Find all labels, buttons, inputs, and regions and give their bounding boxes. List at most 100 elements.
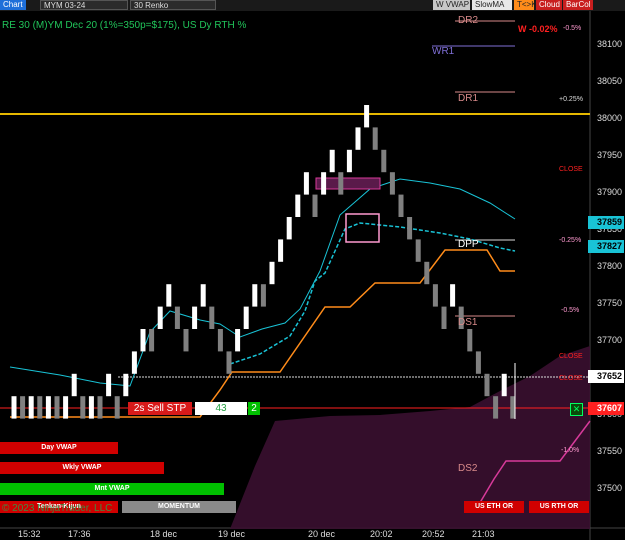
us-eth-or-button[interactable]: US ETH OR <box>464 501 524 513</box>
x-tick-label: 20:02 <box>370 529 393 539</box>
renko-bar-down <box>174 306 180 329</box>
momentum-button[interactable]: MOMENTUM <box>122 501 236 513</box>
close-label: CLOSE <box>559 375 583 382</box>
y-tick-label: 37700 <box>597 335 622 345</box>
renko-bar-up <box>140 329 146 352</box>
renko-bar-up <box>28 396 34 419</box>
renko-bar-down <box>114 396 120 419</box>
pct-minus1-label: -1.0% <box>561 447 580 454</box>
x-tick-label: 21:03 <box>472 529 495 539</box>
renko-bar-up <box>269 261 275 285</box>
renko-bar-up <box>192 306 198 329</box>
renko-bar-up <box>11 396 17 419</box>
renko-bar-down <box>381 149 387 173</box>
w-vwap-button[interactable]: W VWAP <box>433 0 470 10</box>
renko-bar-down <box>467 329 473 352</box>
renko-bar-up <box>157 306 163 329</box>
x-tick-label: 17:36 <box>68 529 91 539</box>
y-tick-label: 37900 <box>597 187 622 197</box>
y-tick-label: 37750 <box>597 298 622 308</box>
renko-bar-down <box>217 329 223 352</box>
renko-bar-down <box>415 239 421 262</box>
renko-bar-down <box>432 284 438 307</box>
dr2-label: DR2 <box>458 15 479 26</box>
dr1-label: DR1 <box>458 93 479 104</box>
cloud-button[interactable]: Cloud <box>536 0 562 10</box>
y-tick-label: 37950 <box>597 150 622 160</box>
y-tick-label: 37800 <box>597 261 622 271</box>
renko-bar-up <box>252 284 258 307</box>
tk-button[interactable]: T<>K <box>514 0 534 10</box>
renko-bar-up <box>501 373 507 397</box>
renko-bar-down <box>226 351 232 374</box>
order-count[interactable]: 2 <box>248 402 260 415</box>
renko-bar-up <box>295 194 301 217</box>
renko-bar-up <box>286 217 292 240</box>
renko-bar-up <box>71 373 77 397</box>
x-tick-label: 15:32 <box>18 529 41 539</box>
copyright-text: © 2023 NinjaTrader, LLC <box>2 503 113 514</box>
renko-bar-up <box>123 373 129 397</box>
dpp-label: DPP <box>458 239 479 250</box>
renko-bar-down <box>372 127 378 150</box>
day-vwap-button[interactable]: Day VWAP <box>0 442 118 454</box>
renko-bar-down <box>37 396 43 419</box>
renko-bar-up <box>303 172 309 195</box>
renko-bar-up <box>321 172 327 195</box>
renko-bar-up <box>450 284 456 307</box>
x-tick-label: 20:52 <box>422 529 445 539</box>
sell-stop-order-label[interactable]: 2s Sell STP <box>128 402 192 415</box>
renko-bar-down <box>338 172 344 195</box>
close-order-icon[interactable]: ✕ <box>570 403 583 416</box>
wr1-label: WR1 <box>432 46 455 57</box>
wkly-vwap-button[interactable]: Wkly VWAP <box>0 462 164 474</box>
ds2-label: DS2 <box>458 463 478 474</box>
bar-type-selector[interactable]: 30 Renko <box>130 0 216 10</box>
renko-bar-down <box>484 373 490 397</box>
renko-bar-down <box>97 396 103 419</box>
us-rth-or-button[interactable]: US RTH OR <box>529 501 589 513</box>
y-tick-label: 38100 <box>597 39 622 49</box>
instrument-selector[interactable]: MYM 03-24 <box>40 0 128 10</box>
y-tick-label: 37500 <box>597 483 622 493</box>
mnt-vwap-button[interactable]: Mnt VWAP <box>0 483 224 495</box>
y-tick-label: 38050 <box>597 76 622 86</box>
renko-bar-down <box>54 396 60 419</box>
slowma-button[interactable]: SlowMA <box>472 0 512 10</box>
y-tick-label: 37550 <box>597 446 622 456</box>
renko-bar-up <box>131 351 137 374</box>
price-box-cyan: 37827 <box>588 240 624 253</box>
renko-bar-down <box>407 217 413 240</box>
barcol-button[interactable]: BarCol <box>563 0 593 10</box>
renko-bar-up <box>243 306 249 329</box>
x-tick-label: 19 dec <box>218 529 246 539</box>
renko-bar-down <box>183 329 189 352</box>
renko-bar-down <box>389 172 395 195</box>
renko-bar-down <box>312 194 318 217</box>
chart-tab[interactable]: Chart <box>0 0 26 10</box>
order-quantity[interactable]: 43 <box>195 402 247 415</box>
renko-bar-up <box>106 373 112 397</box>
price-chart[interactable]: 38100 38050 38000 37950 37900 37850 3780… <box>0 11 625 540</box>
renko-bar-up <box>88 396 94 419</box>
renko-bar-up <box>346 149 352 173</box>
renko-bar-down <box>260 284 266 307</box>
pct-minus025-label: -0.25% <box>559 237 582 244</box>
renko-bar-down <box>149 329 155 352</box>
y-tick-label: 38000 <box>597 113 622 123</box>
renko-bar-up <box>200 284 206 307</box>
renko-bar-down <box>441 306 447 329</box>
renko-bar-up <box>355 127 361 150</box>
price-box-order: 37607 <box>588 402 624 415</box>
renko-bar-down <box>493 396 499 419</box>
price-box-last: 37652 <box>588 370 624 383</box>
pct-minus05-label: -0.5% <box>561 307 580 314</box>
ds1-label: DS1 <box>458 317 478 328</box>
renko-bar-up <box>364 105 370 128</box>
renko-bar-down <box>20 396 26 419</box>
renko-bar-up <box>278 239 284 262</box>
renko-bar-down <box>398 194 404 217</box>
close-label: CLOSE <box>559 353 583 360</box>
renko-bar-up <box>166 284 172 307</box>
renko-bar-up <box>235 329 241 352</box>
